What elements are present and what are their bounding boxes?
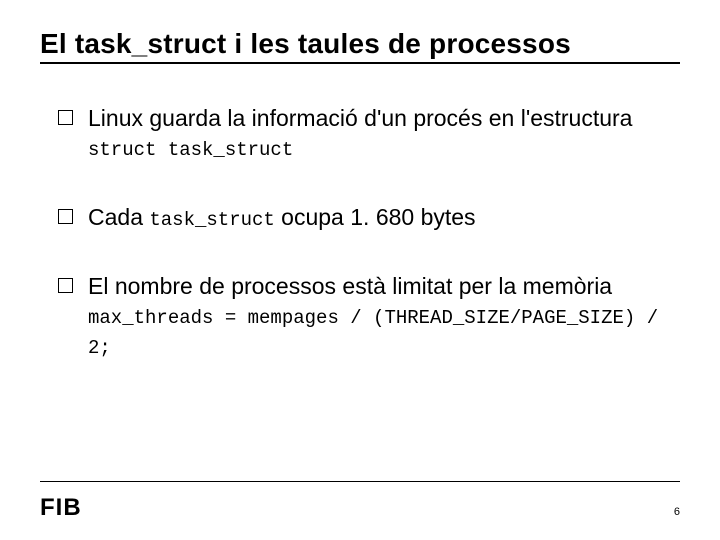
slide: El task_struct i les taules de processos… bbox=[0, 0, 720, 540]
footer-rule bbox=[40, 481, 680, 482]
bullet-text-post: ocupa 1. 680 bytes bbox=[275, 204, 476, 230]
bullet-code: task_struct bbox=[149, 209, 274, 231]
bullet-text-pre: Linux guarda la informació d'un procés e… bbox=[88, 105, 632, 131]
bullet-code: max_threads = mempages / (THREAD_SIZE/PA… bbox=[88, 307, 658, 359]
bullet-text-pre: El nombre de processos està limitat per … bbox=[88, 273, 612, 299]
slide-title: El task_struct i les taules de processos bbox=[40, 28, 680, 60]
page-number: 6 bbox=[674, 506, 680, 518]
bullet-list: Linux guarda la informació d'un procés e… bbox=[40, 104, 680, 361]
logo-text: FIB bbox=[40, 494, 82, 522]
title-underline: El task_struct i les taules de processos bbox=[40, 28, 680, 64]
bullet-item: El nombre de processos està limitat per … bbox=[58, 272, 680, 360]
bullet-code: struct task_struct bbox=[88, 139, 293, 161]
fib-logo: FIB bbox=[40, 494, 82, 522]
bullet-item: Cada task_struct ocupa 1. 680 bytes bbox=[58, 203, 680, 233]
bullet-item: Linux guarda la informació d'un procés e… bbox=[58, 104, 680, 163]
bullet-text-pre: Cada bbox=[88, 204, 149, 230]
